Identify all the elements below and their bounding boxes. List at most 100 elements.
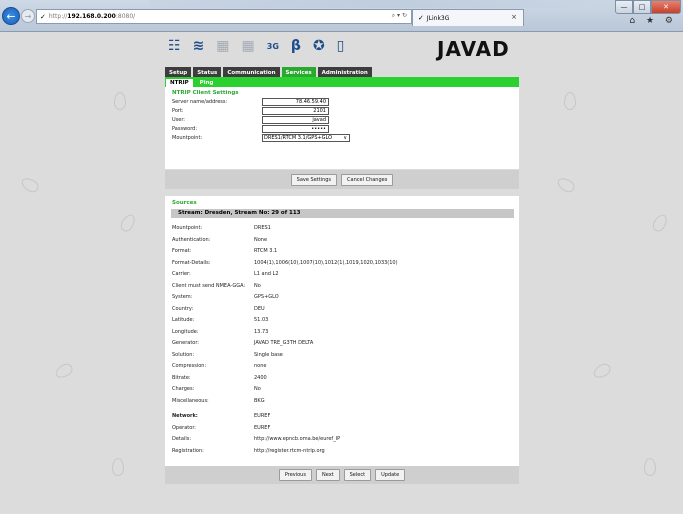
source-field-label: Bitrate: bbox=[172, 374, 191, 381]
source-field-value: BKG bbox=[254, 397, 265, 404]
satellite-icon[interactable]: ✪ bbox=[313, 38, 325, 54]
maximize-icon[interactable]: □ bbox=[633, 0, 651, 14]
address-bar[interactable]: ✓ http://192.168.0.200:8080/ ⌕ ▾ ↻ bbox=[36, 9, 412, 24]
next-button[interactable]: Next bbox=[315, 469, 340, 481]
stream-header: Stream: Dresden, Stream No: 29 of 113 bbox=[171, 209, 514, 218]
source-field-value: 13.73 bbox=[254, 328, 269, 335]
save-settings-button[interactable]: Save Settings bbox=[290, 173, 338, 186]
source-field-value: Single base bbox=[254, 351, 283, 358]
source-field-label: Compression: bbox=[172, 363, 207, 369]
source-field-value: DRES1 bbox=[254, 225, 271, 231]
address-tools-icons[interactable]: ⌕ ▾ ↻ bbox=[392, 12, 407, 20]
form-row-password: Password: ••••• bbox=[165, 125, 519, 134]
user-input[interactable]: javad bbox=[262, 116, 329, 124]
browser-tab[interactable]: ✓ JLink3G × bbox=[412, 9, 524, 26]
cellular-icon[interactable]: ▦ bbox=[242, 38, 255, 54]
background-drop-icon bbox=[114, 92, 126, 110]
source-field-label: Latitude: bbox=[172, 317, 195, 323]
minimize-icon[interactable]: — bbox=[615, 0, 633, 14]
sources-button-strip: Previous Next Select Update bbox=[165, 466, 519, 484]
source-field-label: Format: bbox=[172, 248, 192, 254]
source-field-label: Country: bbox=[172, 305, 194, 312]
tab-ntrip[interactable]: NTRIP bbox=[166, 79, 193, 87]
cancel-changes-button[interactable]: Cancel Changes bbox=[341, 173, 394, 186]
password-input[interactable]: ••••• bbox=[262, 125, 329, 133]
bluetooth-icon[interactable]: β bbox=[291, 38, 301, 54]
field-label: Password: bbox=[172, 126, 198, 132]
forward-icon[interactable]: → bbox=[21, 9, 35, 23]
field-label: Mountpoint: bbox=[172, 135, 203, 141]
source-field-label: Details: bbox=[172, 436, 192, 442]
background-drop-icon bbox=[53, 361, 75, 381]
source-field-label: Network: bbox=[172, 413, 198, 419]
field-label: Server name/address: bbox=[172, 99, 228, 105]
main-tabs: Setup Status Communication Services Admi… bbox=[165, 67, 374, 77]
update-button[interactable]: Update bbox=[375, 469, 406, 481]
tab-communication[interactable]: Communication bbox=[223, 67, 280, 77]
source-field-value: RTCM 3.1 bbox=[254, 248, 278, 254]
select-button[interactable]: Select bbox=[343, 469, 372, 481]
titlebar bbox=[150, 0, 620, 8]
url-port: :8080/ bbox=[115, 13, 136, 20]
battery-icon[interactable]: ▯ bbox=[337, 38, 345, 54]
source-field-value: 2400 bbox=[254, 374, 267, 381]
browser-right-icons[interactable]: ⌂ ★ ⚙ bbox=[629, 16, 677, 26]
ntrip-settings-panel: NTRIP Client Settings Server name/addres… bbox=[165, 87, 519, 169]
source-field-label: Mountpoint: bbox=[172, 225, 203, 231]
section-title: Sources bbox=[172, 200, 197, 206]
tab-favicon-icon: ✓ bbox=[418, 14, 424, 22]
tab-services[interactable]: Services bbox=[281, 67, 316, 77]
source-field-value: none bbox=[254, 363, 267, 369]
source-field-label: Registration: bbox=[172, 447, 204, 454]
sources-panel: Sources Stream: Dresden, Stream No: 29 o… bbox=[165, 196, 519, 466]
form-row-port: Port: 2101 bbox=[165, 107, 519, 116]
source-field-value: 1004(1),1006(10),1007(10),1012(1),1019,1… bbox=[254, 259, 398, 266]
background-drop-icon bbox=[591, 361, 613, 381]
source-field-value: 51.03 bbox=[254, 317, 269, 323]
3g-signal-icon[interactable]: 3G bbox=[267, 42, 279, 51]
window-close-icon[interactable]: ✕ bbox=[651, 0, 681, 14]
previous-button[interactable]: Previous bbox=[278, 469, 312, 481]
background-drop-icon bbox=[555, 175, 577, 195]
source-field-label: Carrier: bbox=[172, 271, 191, 277]
source-field-label: Longitude: bbox=[172, 328, 199, 335]
source-field-label: Miscellaneous: bbox=[172, 397, 209, 404]
back-icon[interactable]: ← bbox=[2, 7, 20, 25]
browser-toolbar: ← → ✓ http://192.168.0.200:8080/ ⌕ ▾ ↻ ✓… bbox=[0, 0, 683, 32]
wifi-icon[interactable]: ≋ bbox=[193, 38, 205, 54]
background-drop-icon bbox=[118, 212, 138, 234]
device-status-icons: ☷ ≋ ▦ ▦ 3G β ✪ ▯ bbox=[168, 38, 356, 54]
source-field-value: JAVAD TRE_G3TH DELTA bbox=[254, 340, 314, 346]
tab-status[interactable]: Status bbox=[193, 67, 222, 77]
port-input[interactable]: 2101 bbox=[262, 107, 329, 115]
url-host: 192.168.0.200 bbox=[67, 13, 116, 20]
source-field-label: Authentication: bbox=[172, 236, 211, 243]
source-field-label: Charges: bbox=[172, 386, 195, 392]
background-drop-icon bbox=[564, 92, 576, 110]
background-drop-icon bbox=[112, 458, 124, 476]
background-drop-icon bbox=[19, 175, 41, 195]
tab-close-icon[interactable]: × bbox=[511, 13, 517, 21]
source-field-value: GPS+GLO bbox=[254, 294, 279, 300]
url-scheme: http:// bbox=[48, 13, 68, 20]
section-title: NTRIP Client Settings bbox=[172, 90, 239, 96]
tab-setup[interactable]: Setup bbox=[165, 67, 192, 77]
source-field-label: Format-Details: bbox=[172, 259, 211, 266]
source-field-value: http://www.epncb.oma.be/euref_IP bbox=[254, 436, 341, 442]
ethernet-icon[interactable]: ▦ bbox=[216, 38, 229, 54]
tab-title: JLink3G bbox=[426, 14, 450, 22]
tab-ping[interactable]: Ping bbox=[196, 79, 218, 87]
site-favicon-icon: ✓ bbox=[40, 12, 46, 21]
form-row-server: Server name/address: 78.46.59.40 bbox=[165, 98, 519, 107]
source-field-value: None bbox=[254, 236, 268, 243]
window-controls: — □ ✕ bbox=[615, 0, 681, 14]
source-field-value: DEU bbox=[254, 305, 265, 312]
mountpoint-select[interactable]: DRES1/RTCM 3.1/GPS+GLO ∨ bbox=[262, 134, 350, 142]
server-address-input[interactable]: 78.46.59.40 bbox=[262, 98, 329, 106]
mountpoint-selected: DRES1/RTCM 3.1/GPS+GLO bbox=[264, 135, 333, 141]
tab-administration[interactable]: Administration bbox=[317, 67, 372, 77]
source-field-value: L1 and L2 bbox=[254, 271, 279, 277]
javad-logo: JAVAD bbox=[437, 37, 510, 61]
network-icon[interactable]: ☷ bbox=[168, 38, 181, 54]
source-field-value: http://register.rtcm-ntrip.org bbox=[254, 447, 325, 454]
